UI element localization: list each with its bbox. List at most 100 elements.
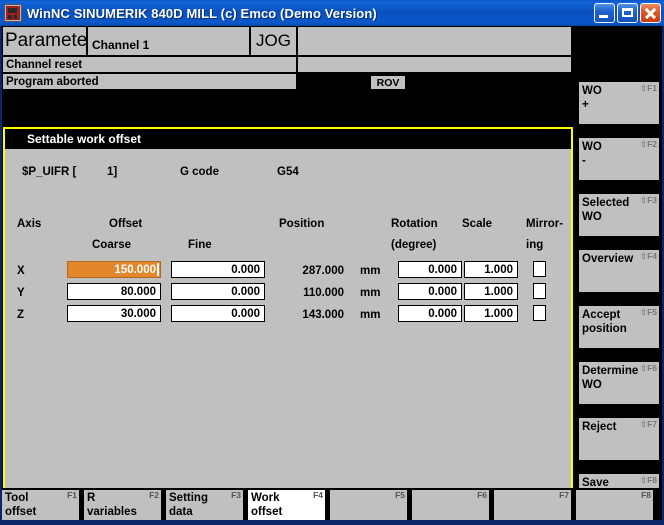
application-window: WinNC SINUMERIK 840D MILL (c) Emco (Demo… (0, 0, 664, 525)
softkey-line2: - (582, 155, 586, 167)
rotation-input-y[interactable]: 0.000 (398, 283, 462, 300)
softkey-line2: data (169, 506, 193, 518)
scale-value-y: 1.000 (484, 285, 513, 298)
coarse-input-z[interactable]: 30.000 (67, 305, 161, 322)
mirroring-checkbox-y[interactable] (533, 283, 546, 299)
panel-title: Settable work offset (5, 129, 571, 149)
col-offset: Offset (109, 218, 143, 230)
header-blank (297, 26, 572, 56)
horizontal-softkey-bar: F1 Tool offset F2 Rvariables F3 Setting da… (2, 488, 662, 522)
panel-body: $P_UIFR [ 1] G code G54 Axis Offset Coar… (5, 149, 571, 497)
col-axis: Axis (17, 218, 42, 230)
softkey-work-offset[interactable]: F4 Work offset (248, 490, 325, 520)
coarse-input-y[interactable]: 80.000 (67, 283, 161, 300)
col-rotation: Rotation (391, 218, 438, 230)
col-position: Position (279, 218, 325, 230)
fine-input-z[interactable]: 0.000 (171, 305, 265, 322)
softkey-determine-wo[interactable]: ⇧F6 Determine WO (579, 362, 659, 404)
coarse-value-z: 30.000 (120, 307, 156, 320)
softkey-selected-wo[interactable]: ⇧F3 Selected WO (579, 194, 659, 236)
softkey-line2: offset (5, 506, 37, 518)
minimize-button[interactable] (594, 3, 615, 23)
row-axis-z: Z (17, 309, 25, 321)
softkey-line1: WO (582, 85, 602, 97)
area-title: Parameter (2, 26, 87, 56)
softkey-setting-data[interactable]: F3 Setting data (166, 490, 243, 520)
softkey-line2: offset (251, 506, 283, 518)
row-axis-y: Y (17, 287, 25, 299)
coarse-value-x: 150.000 (114, 263, 156, 276)
scale-value-x: 1.000 (484, 263, 513, 276)
position-value-y: 110.000 (303, 287, 344, 299)
fine-input-x[interactable]: 0.000 (171, 261, 265, 278)
fine-value-z: 0.000 (231, 307, 260, 320)
softkey-f5[interactable]: F5 (330, 490, 407, 520)
coarse-input-x[interactable]: 150.000 (67, 261, 161, 278)
softkey-line1: Overview (582, 253, 634, 265)
rotation-value-z: 0.000 (428, 307, 457, 320)
channel-label: Channel 1 (87, 26, 250, 56)
param-index: 1] (107, 166, 118, 178)
gcode-value: G54 (277, 166, 299, 178)
softkey-f8[interactable]: F8 (576, 490, 653, 520)
rov-indicator: ROV (370, 75, 406, 90)
col-scale: Scale (462, 218, 493, 230)
mirroring-checkbox-x[interactable] (533, 261, 546, 277)
col-coarse: Coarse (92, 239, 131, 251)
fine-value-x: 0.000 (231, 263, 260, 276)
softkey-reject[interactable]: ⇧F7 Reject (579, 418, 659, 460)
position-value-z: 143.000 (302, 309, 344, 321)
softkey-line1: Accept (582, 309, 621, 321)
col-fine: Fine (188, 239, 212, 251)
maximize-button[interactable] (617, 3, 638, 23)
softkey-line1: R (87, 492, 96, 504)
fine-input-y[interactable]: 0.000 (171, 283, 265, 300)
softkey-r-variables[interactable]: F2 Rvariables (84, 490, 161, 520)
mode-label: JOG (250, 26, 297, 56)
position-unit-z: mm (360, 309, 381, 321)
scale-value-z: 1.000 (484, 307, 513, 320)
softkey-line1: Tool (5, 492, 29, 504)
softkey-line2: WO (582, 211, 602, 223)
rotation-input-z[interactable]: 0.000 (398, 305, 462, 322)
softkey-accept-position[interactable]: ⇧F5 Accept position (579, 306, 659, 348)
softkey-line2: variables (87, 506, 137, 518)
col-rotation-unit: (degree) (391, 239, 437, 251)
scale-input-z[interactable]: 1.000 (464, 305, 518, 322)
rotation-value-x: 0.000 (428, 263, 457, 276)
channel-status: Channel reset (2, 56, 297, 73)
col-mirroring: Mirror- (526, 218, 564, 230)
softkey-line1: Reject (582, 421, 617, 433)
position-unit-x: mm (360, 265, 381, 277)
vertical-softkey-bar: ⇧F1 WO + ⇧F2 WO - ⇧F3 Selected WO ⇧F4 Overv… (576, 52, 662, 516)
window-title: WinNC SINUMERIK 840D MILL (c) Emco (Demo… (27, 5, 377, 21)
app-machine-icon (4, 4, 22, 22)
softkey-line1: Selected (582, 197, 630, 209)
softkey-line1: Determine (582, 365, 639, 377)
title-bar[interactable]: WinNC SINUMERIK 840D MILL (c) Emco (Demo… (0, 0, 664, 26)
scale-input-x[interactable]: 1.000 (464, 261, 518, 278)
client-area: Parameter Channel 1 JOG Channel reset Pr… (2, 26, 662, 522)
close-button[interactable] (640, 3, 661, 23)
mirroring-checkbox-z[interactable] (533, 305, 546, 321)
softkey-tool-offset[interactable]: F1 Tool offset (2, 490, 79, 520)
softkey-f7[interactable]: F7 (494, 490, 571, 520)
softkey-wo-plus[interactable]: ⇧F1 WO + (579, 82, 659, 124)
channel-status-blank (297, 56, 572, 73)
rotation-input-x[interactable]: 0.000 (398, 261, 462, 278)
row-axis-x: X (17, 265, 25, 277)
window-controls (594, 3, 661, 23)
softkey-line1: Setting (169, 492, 208, 504)
scale-input-y[interactable]: 1.000 (464, 283, 518, 300)
softkey-line1: Work (251, 492, 280, 504)
param-name: $P_UIFR [ (22, 166, 77, 178)
program-status: Program aborted (2, 73, 297, 90)
softkey-line2: position (582, 323, 627, 335)
gcode-label: G code (180, 166, 219, 178)
softkey-line2: + (582, 99, 589, 111)
rotation-value-y: 0.000 (428, 285, 457, 298)
softkey-overview[interactable]: ⇧F4 Overview (579, 250, 659, 292)
softkey-f6[interactable]: F6 (412, 490, 489, 520)
softkey-wo-minus[interactable]: ⇧F2 WO - (579, 138, 659, 180)
softkey-line2: WO (582, 379, 602, 391)
